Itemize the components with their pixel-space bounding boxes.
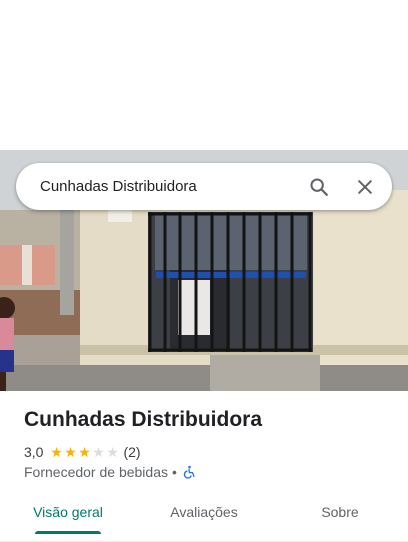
search-box[interactable]: Cunhadas Distribuidora (16, 163, 392, 210)
star-empty-icon: ★ (92, 444, 105, 460)
close-icon (358, 179, 372, 194)
tab-label: Visão geral (33, 504, 103, 520)
search-input[interactable]: Cunhadas Distribuidora (16, 178, 296, 195)
review-count[interactable]: (2) (123, 444, 140, 460)
search-icon (310, 177, 328, 196)
tab-label: Avaliações (170, 504, 238, 520)
tab-overview[interactable]: Visão geral (0, 496, 136, 541)
star-empty-icon: ★ (106, 444, 119, 460)
star-rating: ★ ★ ★ ★ ★ (49, 445, 119, 459)
separator-dot: • (172, 464, 177, 480)
place-title: Cunhadas Distribuidora (24, 408, 263, 431)
map-blank-area (0, 0, 408, 150)
wheelchair-icon-glyph (183, 465, 195, 479)
category-row: Fornecedor de bebidas • (24, 463, 196, 481)
star-full-icon: ★ (50, 444, 63, 460)
active-tab-indicator (35, 531, 101, 534)
search-button[interactable] (296, 164, 342, 210)
tab-label: Sobre (321, 504, 359, 520)
rating-value: 3,0 (24, 444, 44, 460)
tab-about[interactable]: Sobre (272, 496, 408, 541)
wheelchair-icon[interactable] (182, 465, 196, 479)
star-full-icon: ★ (78, 444, 91, 460)
place-category[interactable]: Fornecedor de bebidas (24, 464, 168, 480)
tab-reviews[interactable]: Avaliações (136, 496, 272, 541)
rating-row[interactable]: 3,0 ★ ★ ★ ★ ★ (2) (24, 443, 141, 461)
tab-bar: Visão geral Avaliações Sobre (0, 496, 408, 542)
star-full-icon: ★ (64, 444, 77, 460)
close-button[interactable] (342, 164, 388, 210)
